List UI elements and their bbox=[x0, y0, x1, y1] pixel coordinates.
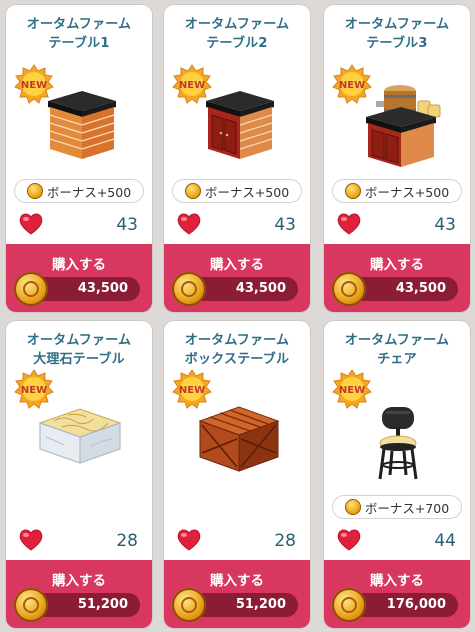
buy-button[interactable]: 購入する 43,500 bbox=[6, 244, 152, 312]
coin-icon bbox=[14, 272, 48, 306]
coin-icon bbox=[344, 183, 361, 199]
bonus-text: ボーナス+700 bbox=[364, 500, 450, 516]
coin-icon bbox=[184, 183, 201, 199]
heart-icon[interactable] bbox=[18, 528, 44, 552]
buy-label: 購入する bbox=[370, 257, 424, 273]
item-card-table3[interactable]: オータムファーム テーブル3 NEW ボーナス+500 43 購入する 43,5… bbox=[324, 5, 470, 312]
price-pill: 51,200 bbox=[14, 588, 140, 622]
item-title: オータムファーム チェア bbox=[344, 333, 450, 367]
heart-icon[interactable] bbox=[18, 212, 44, 236]
barrel-table-image bbox=[366, 85, 441, 167]
price: 51,200 bbox=[235, 597, 286, 612]
like-count: 43 bbox=[274, 215, 296, 235]
price-pill: 43,500 bbox=[172, 272, 298, 306]
heart-icon[interactable] bbox=[176, 212, 202, 236]
price-pill: 51,200 bbox=[172, 588, 298, 622]
svg-text:NEW: NEW bbox=[21, 385, 47, 396]
crate-table-image bbox=[198, 406, 280, 472]
cabinet-table-image bbox=[206, 91, 274, 159]
item-card-marble-table[interactable]: オータムファーム 大理石テーブル NEW 28 購入する 51,200 bbox=[6, 321, 152, 628]
coin-icon bbox=[172, 588, 206, 622]
svg-text:NEW: NEW bbox=[339, 385, 365, 396]
item-title: オータムファーム 大理石テーブル bbox=[26, 333, 132, 367]
price: 51,200 bbox=[77, 597, 128, 612]
new-badge-icon: NEW bbox=[332, 369, 372, 409]
bonus-text: ボーナス+500 bbox=[46, 184, 132, 200]
coin-icon bbox=[332, 588, 366, 622]
coin-icon bbox=[14, 588, 48, 622]
price: 43,500 bbox=[235, 281, 286, 296]
price-pill: 176,000 bbox=[332, 588, 458, 622]
coin-icon bbox=[26, 183, 43, 199]
item-grid: オータムファーム テーブル1 NEW ボーナス+500 43 購入する 43,5… bbox=[0, 0, 475, 632]
item-title: オータムファーム テーブル3 bbox=[344, 17, 450, 51]
like-count: 28 bbox=[116, 531, 138, 551]
buy-label: 購入する bbox=[210, 257, 264, 273]
buy-button[interactable]: 購入する 43,500 bbox=[164, 244, 310, 312]
price: 176,000 bbox=[386, 597, 446, 612]
like-count: 43 bbox=[434, 215, 456, 235]
coin-icon bbox=[332, 272, 366, 306]
item-card-table2[interactable]: オータムファーム テーブル2 NEW ボーナス+500 43 購入する 43,5… bbox=[164, 5, 310, 312]
price-pill: 43,500 bbox=[14, 272, 140, 306]
like-count: 43 bbox=[116, 215, 138, 235]
item-title: オータムファーム テーブル1 bbox=[26, 17, 132, 51]
buy-button[interactable]: 購入する 43,500 bbox=[324, 244, 470, 312]
svg-text:NEW: NEW bbox=[179, 385, 205, 396]
buy-label: 購入する bbox=[52, 573, 106, 589]
coin-icon bbox=[172, 272, 206, 306]
item-card-chair[interactable]: オータムファーム チェア NEW ボーナス+700 44 購入する 176,00… bbox=[324, 321, 470, 628]
buy-button[interactable]: 購入する 51,200 bbox=[164, 560, 310, 628]
brick-table-image bbox=[48, 91, 116, 159]
bonus-chip: ボーナス+500 bbox=[14, 179, 144, 203]
item-card-table1[interactable]: オータムファーム テーブル1 NEW ボーナス+500 43 購入する 43,5… bbox=[6, 5, 152, 312]
bonus-text: ボーナス+500 bbox=[364, 184, 450, 200]
buy-label: 購入する bbox=[370, 573, 424, 589]
price-pill: 43,500 bbox=[332, 272, 458, 306]
item-title: オータムファーム テーブル2 bbox=[184, 17, 290, 51]
price: 43,500 bbox=[395, 281, 446, 296]
bonus-chip: ボーナス+500 bbox=[172, 179, 302, 203]
item-card-box-table[interactable]: オータムファーム ボックステーブル NEW 28 購入する 51,200 bbox=[164, 321, 310, 628]
buy-button[interactable]: 購入する 51,200 bbox=[6, 560, 152, 628]
like-count: 28 bbox=[274, 531, 296, 551]
heart-icon[interactable] bbox=[176, 528, 202, 552]
buy-button[interactable]: 購入する 176,000 bbox=[324, 560, 470, 628]
item-title: オータムファーム ボックステーブル bbox=[184, 333, 290, 367]
bonus-text: ボーナス+500 bbox=[204, 184, 290, 200]
marble-table-image bbox=[38, 408, 122, 464]
chair-image bbox=[378, 407, 418, 480]
heart-icon[interactable] bbox=[336, 212, 362, 236]
bonus-chip: ボーナス+500 bbox=[332, 179, 462, 203]
like-count: 44 bbox=[434, 531, 456, 551]
price: 43,500 bbox=[77, 281, 128, 296]
bonus-chip: ボーナス+700 bbox=[332, 495, 462, 519]
buy-label: 購入する bbox=[210, 573, 264, 589]
coin-icon bbox=[344, 499, 361, 515]
buy-label: 購入する bbox=[52, 257, 106, 273]
heart-icon[interactable] bbox=[336, 528, 362, 552]
